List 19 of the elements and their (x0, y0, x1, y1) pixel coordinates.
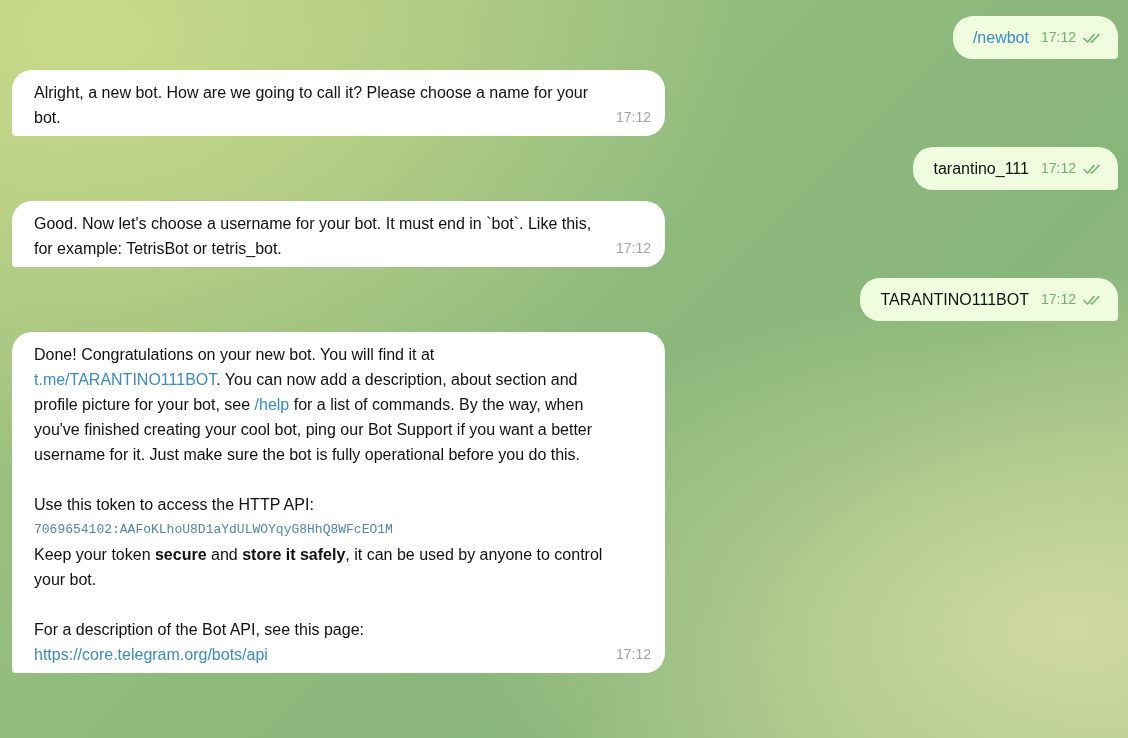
message-text: TARANTINO111BOT (880, 290, 1029, 310)
message-text: tarantino_111 (933, 159, 1029, 179)
message-time: 17:12 (1040, 159, 1076, 178)
message-time: 17:12 (1040, 28, 1076, 47)
link[interactable]: /help (254, 396, 290, 413)
message-text: Alright, a new bot. How are we going to call it? Please choose a name for your bot. (34, 83, 590, 128)
link[interactable]: t.me/TARANTINO111BOT (34, 371, 217, 388)
message-text: Done! Congratulations on your new bot. You will find it at t.me/TARANTINO111BOT. You can now add a description, about section and profile picture for your bot, see /help for a list of commands. By the way, when you've finished creating your cool bot, ping our Bot Support if you want a better username for it. Just make sure the bot is fully operational before you do this. (34, 345, 594, 465)
link[interactable]: /newbot (972, 29, 1029, 46)
message-time: 17:12 (1040, 290, 1076, 309)
message-text: For a description of the Bot API, see this page: (34, 620, 365, 640)
message-time: 17:12 (616, 108, 652, 127)
message-time: 17:12 (616, 239, 652, 258)
token-code: 7069654102:AAFoKLhoU8D1aYdULWOYqyG8HhQ8WFcEO1M (34, 521, 394, 539)
message-text: Good. Now let's choose a username for your bot. It must end in `bot`. Like this, for example: TetrisBot or tetris_bot. (34, 214, 593, 259)
message-time: 17:12 (616, 645, 652, 664)
message-text: Keep your token secure and store it safely, it can be used by anyone to control your bot. (34, 545, 604, 590)
message-text: Use this token to access the HTTP API: (34, 495, 315, 515)
link[interactable]: https://core.telegram.org/bots/api (34, 646, 268, 663)
